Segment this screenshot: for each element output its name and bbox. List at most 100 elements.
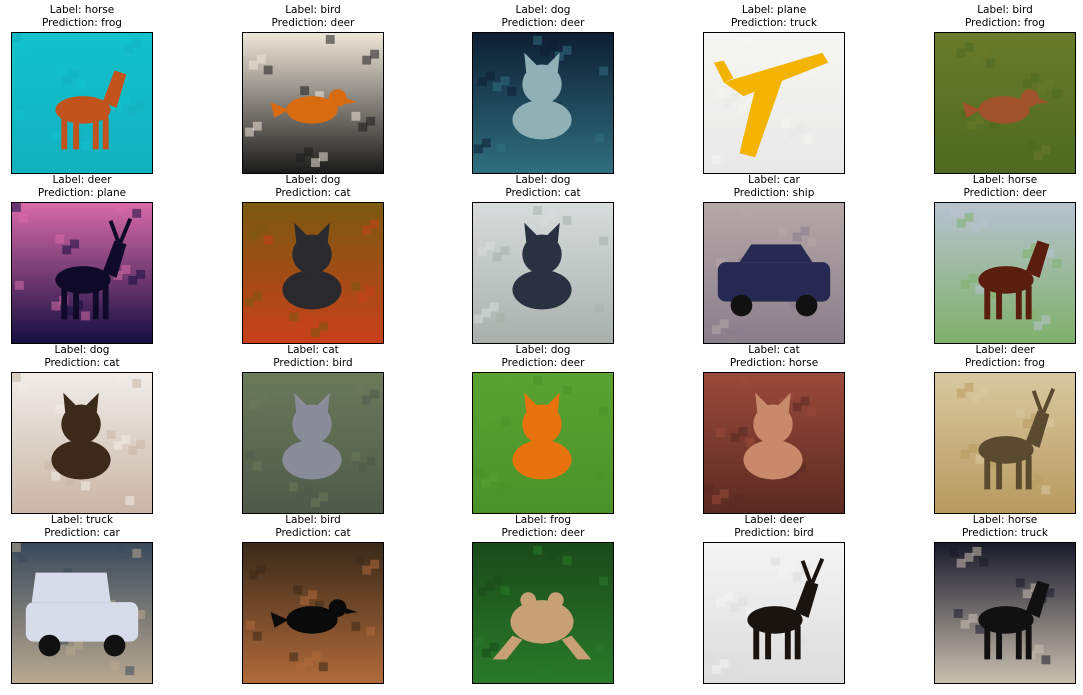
prediction-text: Prediction: horse: [729, 357, 819, 369]
prediction-panel: Label: car Prediction: ship: [703, 174, 845, 344]
label-text: Label: dog: [515, 4, 571, 16]
label-text: Label: bird: [285, 514, 341, 526]
prediction-text: Prediction: car: [44, 527, 120, 539]
panel-caption: Label: truck Prediction: car: [0, 514, 173, 540]
thumbnail-svg: [12, 373, 152, 513]
prediction-text: Prediction: cat: [44, 357, 120, 369]
label-text: Label: horse: [49, 4, 115, 16]
prediction-text: Prediction: deer: [501, 357, 585, 369]
thumbnail-svg: [704, 33, 844, 173]
bird-image: [934, 32, 1076, 174]
prediction-text: Prediction: frog: [965, 17, 1045, 29]
prediction-text: Prediction: cat: [275, 527, 351, 539]
label-text: Label: plane: [741, 4, 807, 16]
prediction-panel: Label: dog Prediction: cat: [472, 174, 614, 344]
prediction-panel: Label: deer Prediction: bird: [703, 514, 845, 684]
panel-caption: Label: car Prediction: ship: [683, 174, 865, 200]
panel-caption: Label: dog Prediction: deer: [452, 4, 634, 30]
prediction-text: Prediction: frog: [965, 357, 1045, 369]
thumbnail-svg: [473, 373, 613, 513]
prediction-panel: Label: frog Prediction: deer: [472, 514, 614, 684]
prediction-panel: Label: bird Prediction: deer: [242, 4, 384, 174]
deer-image: [934, 372, 1076, 514]
label-text: Label: truck: [50, 514, 114, 526]
thumbnail-svg: [243, 373, 383, 513]
truck-image: [11, 542, 153, 684]
dog-image: [11, 372, 153, 514]
thumbnail-svg: [935, 203, 1075, 343]
horse-image: [934, 202, 1076, 344]
horse-image: [11, 32, 153, 174]
prediction-panel: Label: deer Prediction: plane: [11, 174, 153, 344]
prediction-panel: Label: plane Prediction: truck: [703, 4, 845, 174]
prediction-text: Prediction: cat: [505, 187, 581, 199]
car-image: [703, 202, 845, 344]
thumbnail-svg: [12, 543, 152, 683]
panel-caption: Label: dog Prediction: cat: [222, 174, 404, 200]
prediction-panel: Label: dog Prediction: deer: [472, 344, 614, 514]
prediction-panel: Label: dog Prediction: deer: [472, 4, 614, 174]
panel-caption: Label: horse Prediction: truck: [914, 514, 1083, 540]
panel-caption: Label: bird Prediction: deer: [222, 4, 404, 30]
panel-caption: Label: deer Prediction: bird: [683, 514, 865, 540]
prediction-panel: Label: cat Prediction: bird: [242, 344, 384, 514]
thumbnail-svg: [243, 203, 383, 343]
thumbnail-svg: [12, 203, 152, 343]
prediction-text: Prediction: deer: [501, 17, 585, 29]
thumbnail-svg: [704, 543, 844, 683]
prediction-text: Prediction: plane: [37, 187, 127, 199]
label-text: Label: cat: [287, 344, 339, 356]
dog-image: [472, 32, 614, 174]
label-text: Label: bird: [285, 4, 341, 16]
prediction-text: Prediction: bird: [273, 357, 353, 369]
thumbnail-svg: [704, 373, 844, 513]
prediction-text: Prediction: cat: [275, 187, 351, 199]
label-text: Label: deer: [975, 344, 1035, 356]
prediction-panel: Label: bird Prediction: frog: [934, 4, 1076, 174]
dog-image: [472, 372, 614, 514]
frog-image: [472, 542, 614, 684]
thumbnail-svg: [243, 33, 383, 173]
dog-image: [472, 202, 614, 344]
panel-caption: Label: horse Prediction: deer: [914, 174, 1083, 200]
thumbnail-svg: [935, 373, 1075, 513]
prediction-panel: Label: horse Prediction: truck: [934, 514, 1076, 684]
prediction-panel: Label: horse Prediction: frog: [11, 4, 153, 174]
label-text: Label: cat: [748, 344, 800, 356]
label-text: Label: deer: [52, 174, 112, 186]
prediction-text: Prediction: frog: [42, 17, 122, 29]
thumbnail-svg: [935, 543, 1075, 683]
label-text: Label: horse: [972, 514, 1038, 526]
label-text: Label: dog: [285, 174, 341, 186]
plane-image: [703, 32, 845, 174]
prediction-panel: Label: dog Prediction: cat: [11, 344, 153, 514]
prediction-text: Prediction: bird: [734, 527, 814, 539]
panel-caption: Label: cat Prediction: bird: [222, 344, 404, 370]
label-text: Label: bird: [977, 4, 1033, 16]
prediction-text: Prediction: deer: [271, 17, 355, 29]
thumbnail-svg: [473, 33, 613, 173]
panel-caption: Label: cat Prediction: horse: [683, 344, 865, 370]
deer-image: [11, 202, 153, 344]
deer-image: [703, 542, 845, 684]
label-text: Label: car: [748, 174, 800, 186]
panel-caption: Label: frog Prediction: deer: [452, 514, 634, 540]
prediction-text: Prediction: deer: [501, 527, 585, 539]
label-text: Label: frog: [514, 514, 572, 526]
prediction-text: Prediction: ship: [733, 187, 815, 199]
panel-caption: Label: horse Prediction: frog: [0, 4, 173, 30]
bird-image: [242, 32, 384, 174]
prediction-text: Prediction: truck: [731, 17, 817, 29]
label-text: Label: horse: [972, 174, 1038, 186]
panel-caption: Label: deer Prediction: frog: [914, 344, 1083, 370]
cat-image: [242, 372, 384, 514]
panel-caption: Label: bird Prediction: frog: [914, 4, 1083, 30]
thumbnail-svg: [935, 33, 1075, 173]
label-text: Label: deer: [744, 514, 804, 526]
thumbnail-svg: [12, 33, 152, 173]
bird-image: [242, 542, 384, 684]
prediction-panel: Label: truck Prediction: car: [11, 514, 153, 684]
panel-caption: Label: deer Prediction: plane: [0, 174, 173, 200]
panel-caption: Label: dog Prediction: cat: [452, 174, 634, 200]
horse-image: [934, 542, 1076, 684]
